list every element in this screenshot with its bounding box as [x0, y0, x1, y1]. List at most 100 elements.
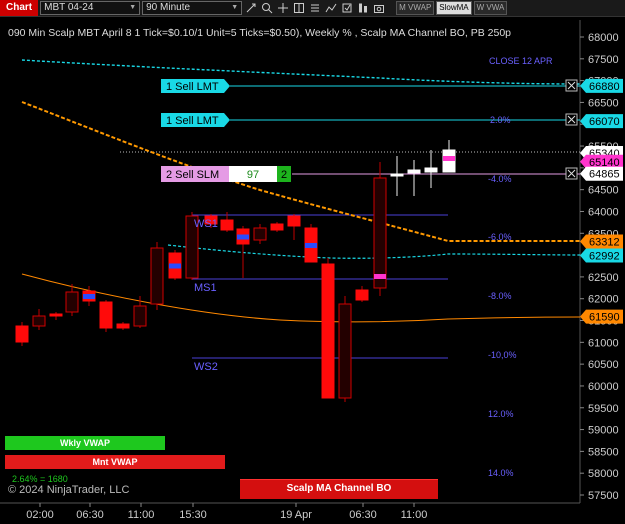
- indicators-icon[interactable]: [324, 1, 338, 15]
- price-tick-label: 62000: [588, 294, 619, 306]
- copyright: © 2024 NinjaTrader, LLC: [8, 484, 130, 496]
- price-marker: 66880: [580, 78, 623, 93]
- price-tick-label: 58500: [588, 446, 619, 458]
- price-marker: 65140: [580, 154, 623, 169]
- time-axis[interactable]: 02:00 06:30 11:00 15:30 19 Apr 06:30 11:00: [26, 503, 427, 521]
- order-label: 2 Sell SLM: [166, 169, 219, 181]
- time-tick-label: 11:00: [128, 509, 155, 521]
- percent-label: -8.0%: [488, 291, 512, 301]
- ms1-label: MS1: [194, 282, 217, 294]
- zoom-icon[interactable]: [260, 1, 274, 15]
- candle[interactable]: [99, 300, 113, 332]
- percent-label: -10,0%: [488, 350, 517, 360]
- toolbar-button[interactable]: M VWAP: [396, 1, 435, 15]
- percent-label: 12.0%: [488, 409, 514, 419]
- candle[interactable]: [355, 286, 369, 302]
- order-sell-lmt-1[interactable]: 1 Sell LMT: [161, 79, 230, 93]
- chart-toolbar: Chart MBT 04-24 ▼ 90 Minute ▼ M VWAP Slo…: [0, 0, 625, 17]
- tile-icon[interactable]: [292, 1, 306, 15]
- order-sell-slm[interactable]: 2 Sell SLM 97 2: [161, 166, 291, 182]
- price-tick-label: 57500: [588, 490, 619, 502]
- dom-icon[interactable]: [356, 1, 370, 15]
- price-tick-label: 60000: [588, 381, 619, 393]
- close-order-icon[interactable]: [565, 79, 578, 92]
- candle[interactable]: [150, 242, 164, 310]
- monthly-vwap-strip[interactable]: Mnt VWAP: [5, 455, 225, 469]
- candle[interactable]: [304, 224, 318, 263]
- close-order-icon[interactable]: [565, 167, 578, 180]
- time-tick-label: 06:30: [76, 509, 104, 521]
- candle[interactable]: [287, 214, 301, 240]
- order-label: 1 Sell LMT: [166, 115, 219, 127]
- candle[interactable]: [15, 322, 29, 346]
- candle[interactable]: [407, 160, 421, 196]
- close-order-icon[interactable]: [565, 113, 578, 126]
- candle[interactable]: [253, 224, 267, 244]
- candle[interactable]: [168, 250, 182, 280]
- candle[interactable]: [270, 222, 284, 232]
- candle[interactable]: [133, 296, 147, 328]
- percent-labels: 2.0% -4.0% -6.0% -8.0% -10,0% 12.0% 14.0…: [488, 115, 517, 478]
- instrument-selector[interactable]: MBT 04-24 ▼: [40, 1, 141, 15]
- price-marker-label: 61590: [589, 312, 620, 324]
- weekly-vwap-strip[interactable]: Wkly VWAP: [5, 436, 165, 450]
- price-tick-label: 64500: [588, 185, 619, 197]
- ws2-label: WS2: [194, 361, 218, 373]
- candle[interactable]: [116, 322, 130, 330]
- price-tick-label: 62500: [588, 272, 619, 284]
- interval-value: 90 Minute: [146, 2, 191, 13]
- percent-label: 2.0%: [490, 115, 511, 125]
- toolbar-button[interactable]: SlowMA: [436, 1, 472, 15]
- properties-icon[interactable]: [308, 1, 322, 15]
- stat-text: 2.64% = 1680: [12, 474, 68, 484]
- price-marker: 64865: [580, 166, 623, 181]
- price-tick-label: 64000: [588, 206, 619, 218]
- price-marker: 62992: [580, 248, 623, 263]
- price-tick-label: 68000: [588, 32, 619, 44]
- percent-label: -6.0%: [488, 232, 512, 242]
- chart-title: 090 Min Scalp MBT April 8 1 Tick=$0.10/1…: [8, 27, 511, 39]
- candle[interactable]: [82, 286, 96, 306]
- price-marker-label: 64865: [589, 169, 620, 181]
- chevron-down-icon: ▼: [129, 4, 137, 11]
- strategies-icon[interactable]: [340, 1, 354, 15]
- toolbar-button[interactable]: W VWA: [473, 1, 508, 15]
- close-label: CLOSE 12 APR: [489, 56, 553, 66]
- price-tick-label: 66500: [588, 97, 619, 109]
- camera-icon[interactable]: [372, 1, 386, 15]
- draw-icon[interactable]: [244, 1, 258, 15]
- candle[interactable]: [49, 312, 63, 320]
- order-qty-value: 97: [247, 169, 259, 181]
- candle[interactable]: [321, 258, 335, 399]
- price-marker: 61590: [580, 309, 623, 324]
- price-tick-label: 59000: [588, 425, 619, 437]
- order-sell-lmt-2[interactable]: 1 Sell LMT: [161, 113, 230, 127]
- time-tick-label: 11:00: [401, 509, 428, 521]
- chart-tab[interactable]: Chart: [0, 0, 39, 16]
- time-tick-label: 15:30: [179, 509, 207, 521]
- candle[interactable]: [424, 150, 438, 188]
- price-tick-label: 60500: [588, 359, 619, 371]
- candle[interactable]: [390, 156, 404, 196]
- candle[interactable]: [32, 309, 46, 330]
- price-tick-label: 59500: [588, 403, 619, 415]
- price-marker-label: 66070: [589, 116, 620, 128]
- candle[interactable]: [65, 284, 79, 316]
- time-tick-label: 19 Apr: [280, 509, 312, 521]
- price-marker-label: 63312: [589, 236, 620, 248]
- price-marker: 66070: [580, 114, 623, 129]
- scalp-ma-strip[interactable]: Scalp MA Channel BO: [240, 479, 438, 499]
- price-marker-label: 62992: [589, 250, 620, 262]
- interval-selector[interactable]: 90 Minute ▼: [142, 1, 243, 15]
- candle[interactable]: [373, 162, 387, 296]
- price-marker-label: 66880: [589, 81, 620, 93]
- candle[interactable]: [442, 140, 456, 173]
- percent-label: -4.0%: [488, 174, 512, 184]
- price-axis[interactable]: 6800067500670006650066000655006500064500…: [580, 32, 619, 502]
- candle[interactable]: [338, 296, 352, 402]
- price-marker: 63312: [580, 234, 623, 249]
- time-tick-label: 02:00: [26, 509, 54, 521]
- time-tick-label: 06:30: [349, 509, 377, 521]
- price-tick-label: 61000: [588, 337, 619, 349]
- crosshair-icon[interactable]: [276, 1, 290, 15]
